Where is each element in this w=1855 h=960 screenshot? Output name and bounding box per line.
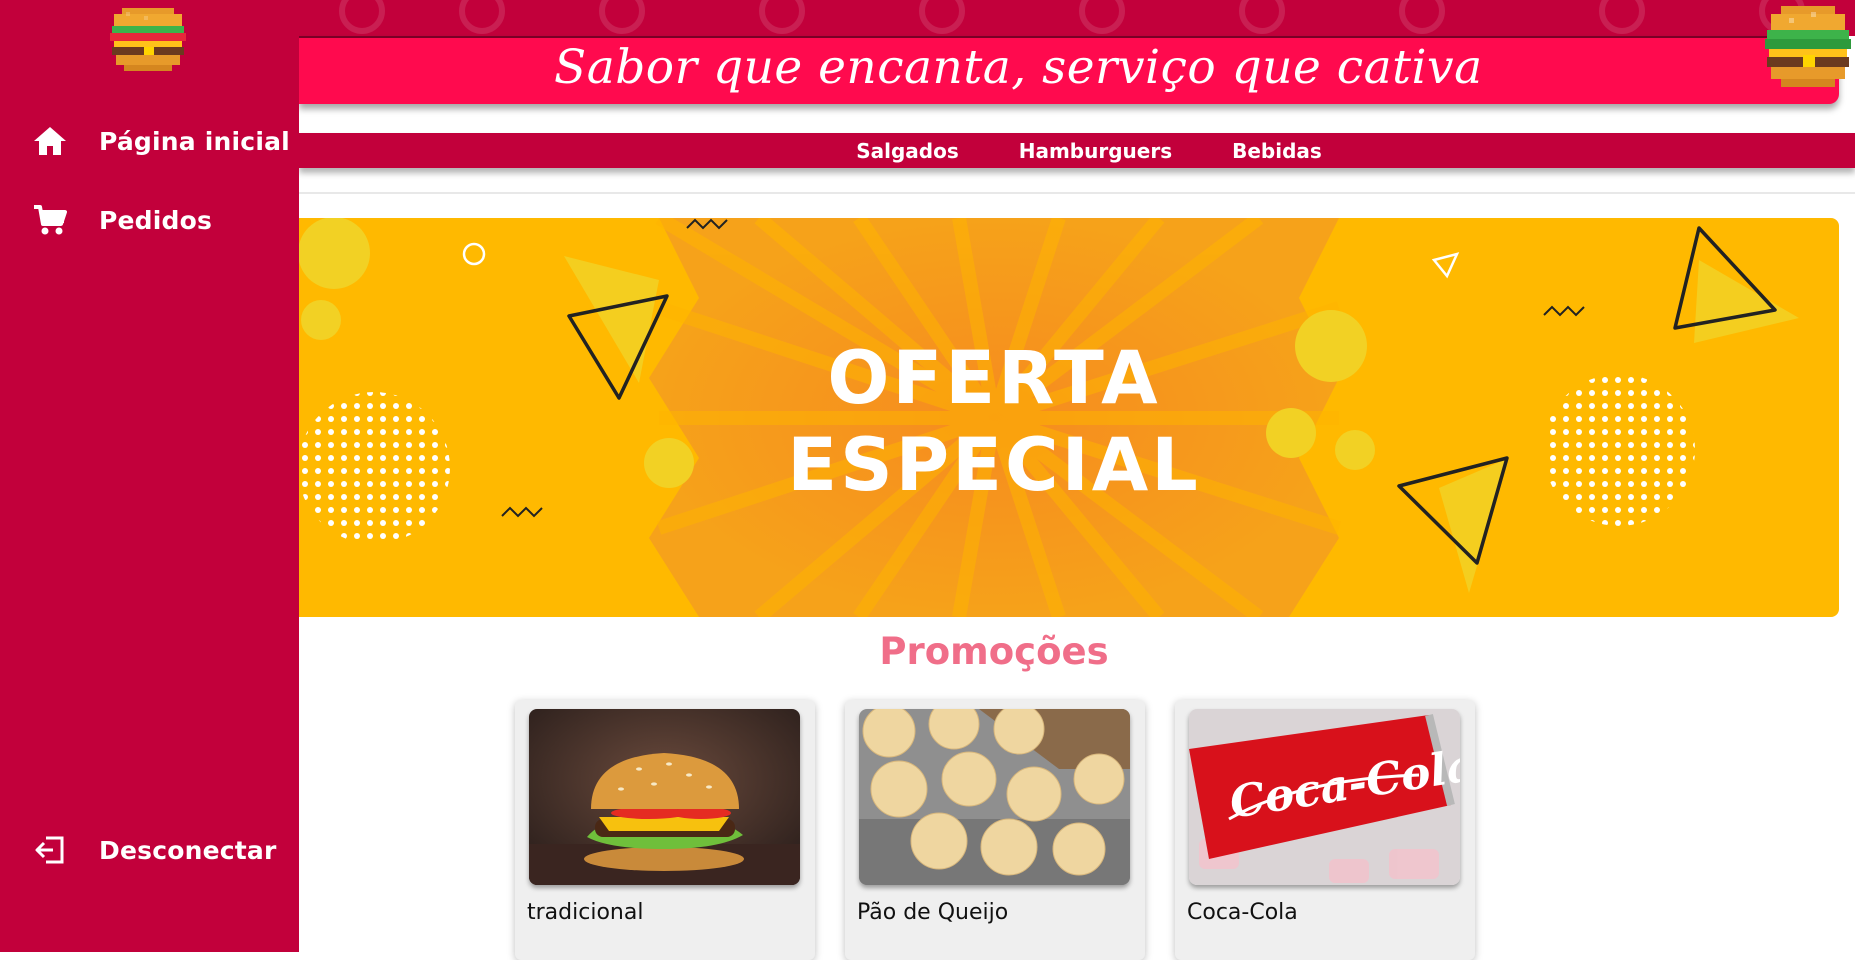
nav-link-hamburguers[interactable]: Hamburguers	[1019, 139, 1172, 163]
banner-title-line1: OFERTA	[827, 336, 1161, 421]
pattern-shape	[599, 0, 645, 34]
pattern-shape	[1239, 0, 1285, 34]
pattern-shape	[1079, 0, 1125, 34]
promotions-heading: Promoções	[879, 630, 1109, 673]
burger-image	[529, 709, 800, 885]
category-nav: Salgados Hamburguers Bebidas	[299, 133, 1855, 168]
cheese-bread-image	[859, 709, 1130, 885]
logout-label: Desconectar	[99, 835, 277, 865]
burger-logo-icon	[110, 8, 186, 71]
product-card[interactable]: Coca-Cola Coca-Cola	[1175, 700, 1475, 960]
pattern-shape	[759, 0, 805, 34]
pattern-shape	[459, 0, 505, 34]
cart-icon	[30, 200, 70, 240]
promo-banner: OFERTA ESPECIAL	[299, 218, 1839, 617]
pixel-burger-icon	[1765, 6, 1851, 87]
product-card[interactable]: Pão de Queijo	[845, 700, 1145, 960]
slogan: Sabor que encanta, serviço que cativa	[554, 40, 1483, 95]
logout-button[interactable]: Desconectar	[30, 830, 277, 870]
product-name: tradicional	[527, 900, 644, 925]
product-card[interactable]: tradicional	[515, 700, 815, 960]
nav-link-salgados[interactable]: Salgados	[856, 139, 959, 163]
pattern-shape	[1599, 0, 1645, 34]
sidebar: Página inicial Pedidos Desconectar	[0, 0, 299, 952]
pattern-shape	[339, 0, 385, 34]
header-banner: Sabor que encanta, serviço que cativa	[299, 6, 1851, 104]
banner-title-line2: ESPECIAL	[787, 423, 1201, 508]
sidebar-item-home[interactable]: Página inicial	[30, 121, 290, 161]
product-name: Coca-Cola	[1187, 900, 1298, 925]
nav-link-bebidas[interactable]: Bebidas	[1232, 139, 1322, 163]
logout-icon	[30, 830, 70, 870]
pattern-shape	[1399, 0, 1445, 34]
product-name: Pão de Queijo	[857, 900, 1009, 925]
divider	[299, 192, 1855, 194]
home-icon	[30, 121, 70, 161]
soda-can-image: Coca-Cola	[1189, 709, 1460, 885]
sidebar-item-label: Página inicial	[99, 126, 290, 156]
sidebar-item-label: Pedidos	[99, 205, 213, 235]
pattern-shape	[919, 0, 965, 34]
header-pattern	[299, 0, 1855, 36]
sidebar-item-orders[interactable]: Pedidos	[30, 200, 212, 240]
